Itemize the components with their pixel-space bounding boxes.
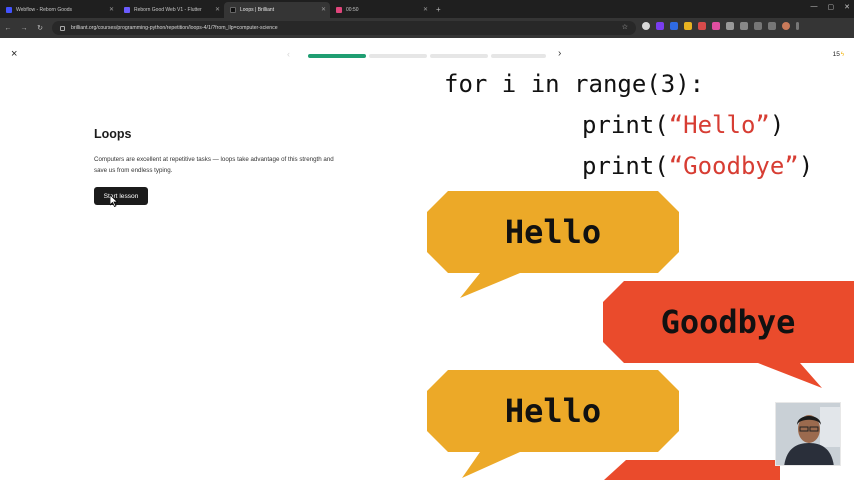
webcam-overlay [775, 402, 841, 466]
goodbye-bubble-text: Goodbye [661, 303, 796, 341]
goodbye-bubble-partial [604, 460, 780, 480]
presenter-video-icon [776, 403, 840, 465]
hello-bubble-text: Hello [505, 213, 601, 251]
hello-bubble-text: Hello [505, 392, 601, 430]
speech-bubbles-illustration: Hello Goodbye Hello [427, 191, 854, 480]
